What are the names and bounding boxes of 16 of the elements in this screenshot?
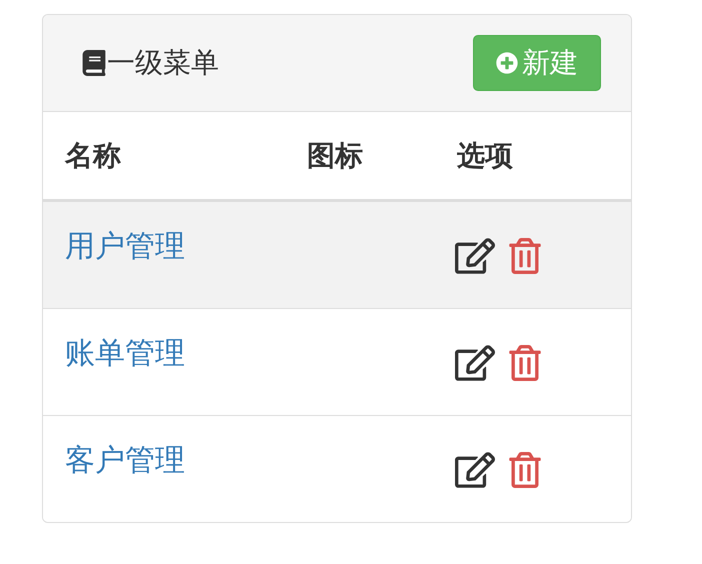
edit-icon[interactable] <box>455 343 495 383</box>
column-header: 名称 <box>64 138 122 174</box>
column-header: 选项 <box>456 138 514 174</box>
column-header: 图标 <box>306 138 364 174</box>
trash-icon[interactable] <box>507 345 543 381</box>
table-row[interactable]: 用户管理 <box>43 202 631 309</box>
trash-icon[interactable] <box>507 452 543 488</box>
edit-icon[interactable] <box>455 450 495 490</box>
trash-icon[interactable] <box>507 238 543 274</box>
menu-link[interactable]: 客户管理 <box>65 443 185 478</box>
edit-icon[interactable] <box>455 236 495 276</box>
panel-title: 一级菜单 <box>107 45 219 81</box>
menu-link[interactable]: 用户管理 <box>65 229 185 264</box>
new-button[interactable]: 新建 <box>473 35 601 91</box>
menu-link[interactable]: 账单管理 <box>65 336 185 371</box>
book-icon <box>81 50 107 76</box>
